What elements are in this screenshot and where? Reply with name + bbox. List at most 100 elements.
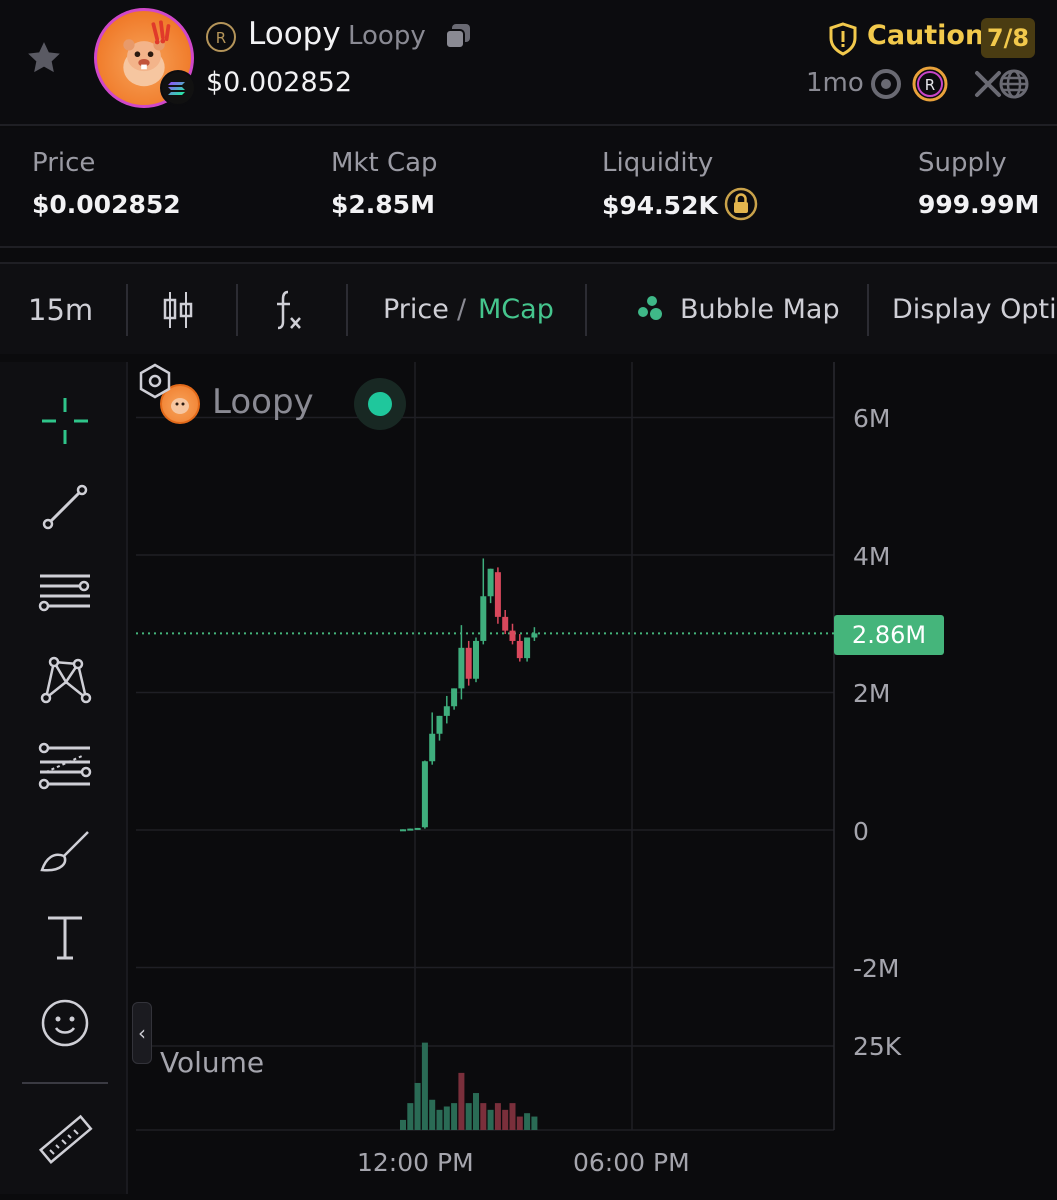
horizontal-lines-icon[interactable] bbox=[36, 564, 94, 622]
shield-icon bbox=[829, 22, 857, 56]
stat-mktcap-value: $2.85M bbox=[331, 190, 435, 219]
price-chart[interactable]: Loopy 6M 4M 2M 0 -2M 25K 2.86M ‹ Volume … bbox=[132, 362, 1057, 1200]
stat-supply-value: 999.99M bbox=[918, 190, 1040, 219]
toolbar-divider bbox=[585, 284, 587, 336]
bubble-map-icon bbox=[638, 296, 662, 320]
price-toggle[interactable]: Price bbox=[383, 264, 449, 354]
lock-icon[interactable] bbox=[724, 187, 758, 221]
stat-liquidity-value: $94.52K bbox=[602, 191, 718, 220]
drawing-tools-sidebar bbox=[0, 362, 128, 1194]
y-tick-label: -2M bbox=[853, 954, 900, 983]
volume-bar bbox=[400, 1119, 406, 1130]
pattern-tool-icon[interactable] bbox=[36, 650, 94, 708]
display-options-button[interactable]: Display Options bbox=[892, 264, 1057, 354]
volume-bar bbox=[421, 1042, 428, 1130]
chart-settings-icon[interactable] bbox=[136, 362, 174, 400]
candle-body bbox=[473, 640, 479, 679]
emoji-icon[interactable] bbox=[36, 994, 94, 1052]
volume-bar bbox=[473, 1093, 479, 1130]
candle-body bbox=[421, 761, 428, 828]
x-tick-label: 06:00 PM bbox=[573, 1148, 690, 1177]
solana-icon bbox=[160, 70, 196, 106]
indicators-fx-icon[interactable] bbox=[272, 288, 304, 332]
toolbar-divider bbox=[236, 284, 238, 336]
globe-icon[interactable] bbox=[998, 68, 1030, 100]
chart-toolbar: 15m Price / MCap Bubble Map Display Opti… bbox=[0, 262, 1057, 354]
candle-body bbox=[531, 633, 538, 638]
svg-text:R: R bbox=[925, 76, 935, 94]
candle-body bbox=[465, 647, 472, 679]
volume-bar bbox=[436, 1109, 443, 1130]
candle-body bbox=[494, 572, 501, 617]
toggle-separator: / bbox=[457, 294, 467, 325]
stat-price-value: $0.002852 bbox=[32, 190, 181, 219]
candle-body bbox=[487, 568, 494, 597]
candle-body bbox=[524, 637, 531, 659]
collapse-toolbar-button[interactable]: ‹ bbox=[132, 1002, 152, 1064]
chart-canvas[interactable] bbox=[136, 362, 1057, 1200]
token-name: Loopy bbox=[248, 16, 341, 52]
crosshair-icon[interactable] bbox=[36, 392, 94, 450]
volume-bar bbox=[516, 1116, 523, 1130]
trend-line-icon[interactable] bbox=[36, 478, 94, 536]
raydium-mini-icon: R bbox=[206, 22, 236, 52]
volume-bar bbox=[524, 1113, 531, 1130]
stat-mktcap-label: Mkt Cap bbox=[331, 148, 438, 178]
ruler-icon[interactable] bbox=[36, 1112, 94, 1170]
fib-retracement-icon[interactable] bbox=[36, 736, 94, 794]
raydium-icon[interactable]: R bbox=[912, 66, 948, 102]
toolbar-divider bbox=[346, 284, 348, 336]
candle-body bbox=[400, 829, 406, 832]
candle-body bbox=[429, 733, 436, 762]
candle-body bbox=[407, 828, 414, 831]
mcap-toggle[interactable]: MCap bbox=[478, 264, 554, 354]
stat-liquidity-row: $94.52K bbox=[602, 187, 758, 224]
token-header: R Loopy Loopy $0.002852 Caution 7/8 1mo … bbox=[0, 0, 1057, 126]
volume-bar bbox=[480, 1103, 487, 1130]
stat-liquidity-label: Liquidity bbox=[602, 148, 714, 178]
text-tool-icon[interactable] bbox=[36, 908, 94, 966]
stat-price: Price $0.002852 bbox=[32, 148, 181, 219]
header-price: $0.002852 bbox=[206, 67, 353, 98]
candle-body bbox=[451, 688, 458, 707]
stat-mktcap: Mkt Cap $2.85M bbox=[331, 148, 438, 219]
candle-body bbox=[443, 706, 450, 716]
candle-body bbox=[516, 640, 523, 659]
volume-bar bbox=[414, 1082, 421, 1130]
candlestick-type-icon[interactable] bbox=[162, 290, 194, 330]
token-stats: Price $0.002852 Mkt Cap $2.85M Liquidity… bbox=[0, 128, 1057, 248]
x-tick-label: 12:00 PM bbox=[357, 1148, 474, 1177]
volume-tick-label: 25K bbox=[853, 1032, 902, 1061]
candle-body bbox=[458, 647, 465, 689]
y-tick-label: 0 bbox=[853, 817, 869, 846]
volume-pane-label: Volume bbox=[160, 1046, 265, 1079]
star-icon[interactable] bbox=[24, 38, 64, 78]
interval-selector[interactable]: 15m bbox=[28, 264, 93, 354]
radar-icon[interactable] bbox=[870, 68, 902, 100]
bubble-map-button[interactable]: Bubble Map bbox=[680, 264, 840, 354]
volume-bar bbox=[502, 1109, 509, 1130]
stat-supply: Supply 999.99M bbox=[918, 148, 1039, 219]
volume-bar bbox=[407, 1103, 414, 1130]
volume-bar bbox=[451, 1103, 458, 1130]
volume-bar bbox=[429, 1099, 436, 1130]
volume-bar bbox=[509, 1103, 516, 1130]
candle-body bbox=[509, 630, 516, 641]
volume-bar bbox=[494, 1103, 501, 1130]
live-status-dot bbox=[368, 392, 392, 416]
stat-price-label: Price bbox=[32, 148, 96, 178]
stat-liquidity: Liquidity $94.52K bbox=[602, 148, 758, 224]
volume-bar bbox=[465, 1103, 472, 1130]
token-symbol: Loopy bbox=[348, 21, 426, 51]
y-tick-label: 6M bbox=[853, 404, 891, 433]
y-tick-label: 2M bbox=[853, 679, 891, 708]
candle-body bbox=[480, 596, 487, 641]
caution-score-badge[interactable]: 7/8 bbox=[981, 18, 1035, 58]
volume-bar bbox=[443, 1106, 450, 1130]
caution-label[interactable]: Caution bbox=[867, 20, 984, 51]
copy-icon[interactable] bbox=[442, 22, 474, 52]
token-age: 1mo bbox=[806, 68, 864, 98]
brush-icon[interactable] bbox=[36, 822, 94, 880]
legend-token-name: Loopy bbox=[212, 382, 314, 422]
candle-body bbox=[414, 827, 421, 830]
